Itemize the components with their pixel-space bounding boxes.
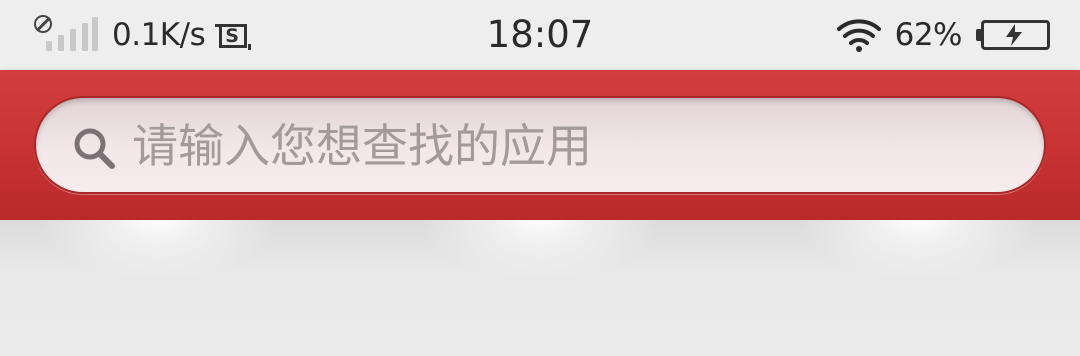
search-input[interactable] [132, 112, 1012, 180]
content-shelf [0, 220, 1080, 356]
status-bar-right: 62% [836, 12, 1050, 58]
battery-charging-icon [976, 20, 1050, 50]
shelf-spotlight [28, 220, 288, 340]
shelf-spotlight [410, 220, 670, 340]
shelf-spotlight [788, 220, 1048, 340]
status-bar: 0.1K/s S 18:07 62% [0, 0, 1080, 70]
wifi-icon [836, 19, 881, 52]
search-bar[interactable] [34, 96, 1046, 194]
battery-percent: 62% [894, 17, 963, 53]
search-icon [74, 128, 115, 169]
app-header [0, 70, 1080, 220]
